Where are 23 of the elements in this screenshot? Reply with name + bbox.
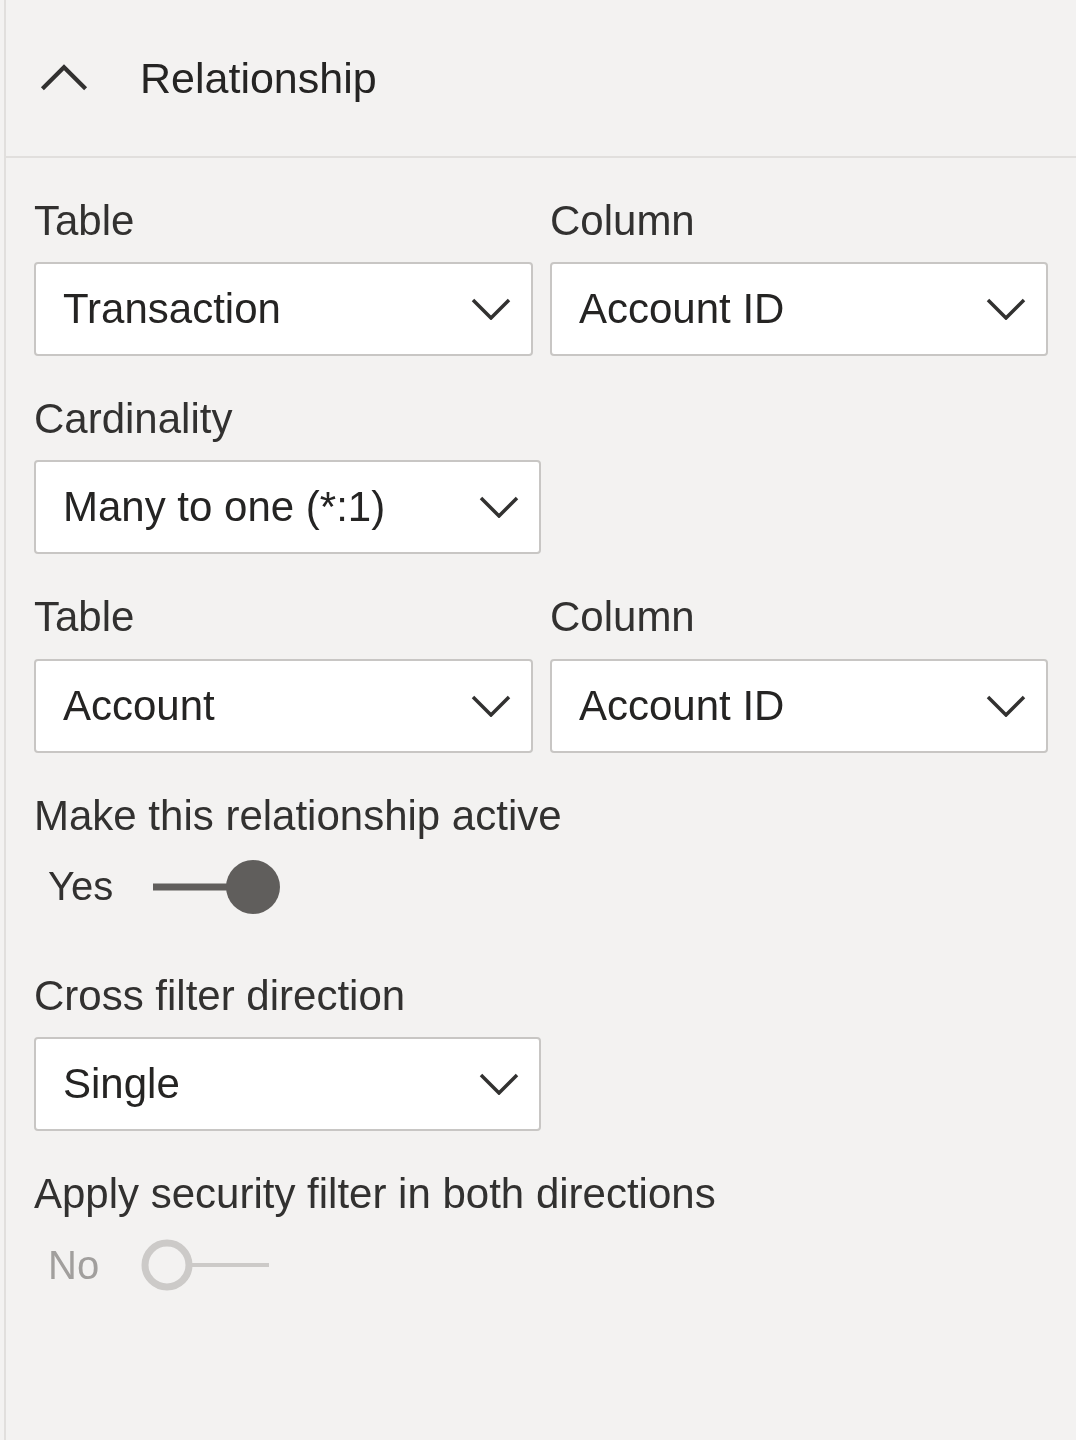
dropdown[interactable]: Account ID (550, 658, 1048, 753)
dropdown[interactable]: Account (34, 658, 533, 753)
chevron-down-icon (986, 694, 1026, 717)
dropdown[interactable]: Account ID (550, 262, 1048, 357)
chevron-down-icon (479, 1072, 519, 1095)
field-label: Table (34, 594, 136, 641)
field-label: Cross filter direction (34, 972, 407, 1019)
dropdown[interactable]: Many to one (*:1) (34, 460, 541, 555)
field-label: Table (34, 198, 136, 245)
chevron-up-icon (40, 64, 88, 92)
chevron-down-icon (479, 496, 519, 519)
chevron-down-icon (471, 694, 511, 717)
field-label: Apply security filter in both directions (34, 1170, 717, 1218)
chevron-down-icon (471, 298, 511, 321)
dropdown[interactable]: Single (34, 1036, 541, 1131)
chevron-down-icon (986, 298, 1026, 321)
toggle-state: Yes (48, 864, 114, 910)
field-label: Make this relationship active (34, 792, 563, 839)
toggle-state: No (48, 1242, 100, 1288)
field-label: Column (550, 198, 696, 245)
field-label: Column (550, 594, 696, 641)
field-label: Cardinality (34, 396, 234, 443)
dropdown[interactable]: Transaction (34, 262, 533, 357)
